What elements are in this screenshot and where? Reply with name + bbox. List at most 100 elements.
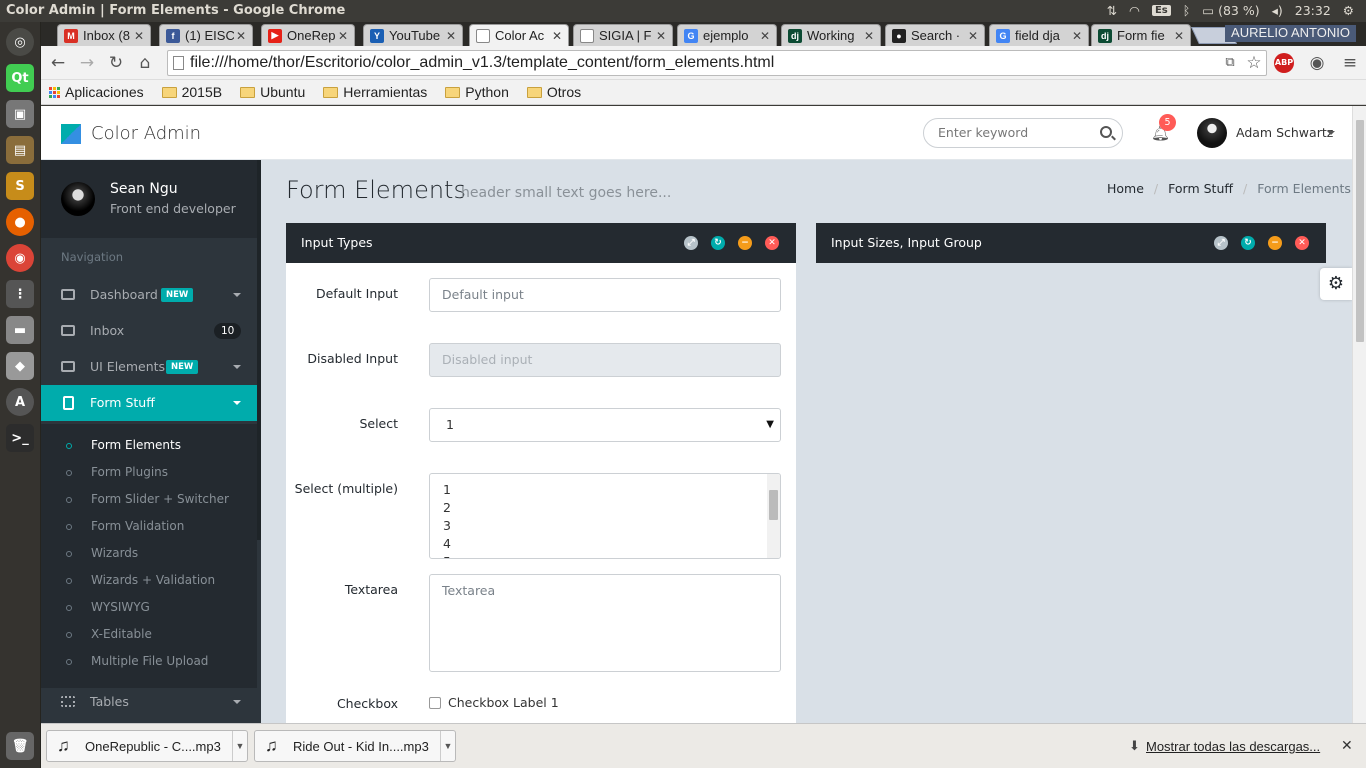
sidebar-item-form-stuff[interactable]: Form Stuff (41, 385, 257, 421)
option[interactable]: 5 (443, 554, 780, 558)
firefox-icon[interactable]: ● (6, 208, 34, 236)
submenu-form-slider-switcher[interactable]: Form Slider + Switcher (66, 492, 229, 506)
tab-color-admin[interactable]: Color Ac ✕ (469, 24, 569, 46)
close-icon[interactable]: ✕ (1070, 29, 1084, 43)
reload-icon[interactable]: ↻ (105, 52, 127, 74)
submenu-wizards[interactable]: Wizards (65, 546, 138, 560)
power-icon[interactable]: ⚙ (1343, 3, 1354, 18)
user-menu-name[interactable]: Adam Schwartz (1236, 125, 1333, 140)
camera-icon[interactable]: ▣ (6, 100, 34, 128)
home-icon[interactable]: ⌂ (134, 52, 156, 74)
default-input[interactable]: Default input (429, 278, 781, 312)
download-item[interactable]: ♫ OneRepublic - C....mp3 ▼ (46, 730, 248, 762)
tab-youtube-mp3[interactable]: Y YouTube ✕ (363, 24, 463, 46)
sublime-text-icon[interactable]: S (6, 172, 34, 200)
close-icon[interactable]: ✕ (862, 29, 876, 43)
terminal-icon[interactable]: >_ (6, 424, 34, 452)
adblock-icon[interactable]: ABP (1274, 53, 1294, 73)
reload-icon[interactable]: ↻ (1241, 236, 1255, 250)
settings-icon[interactable]: ⋮ (6, 280, 34, 308)
submenu-form-validation[interactable]: Form Validation (65, 519, 184, 533)
scroll-thumb[interactable] (769, 490, 778, 520)
tab-gmail[interactable]: M Inbox (8 ✕ (57, 24, 151, 46)
sidebar-item-ui-elements[interactable]: UI Elements NEW (41, 349, 257, 385)
tab-github-search[interactable]: ● Search · ✕ (885, 24, 985, 46)
submenu-form-plugins[interactable]: Form Plugins (65, 465, 168, 479)
caret-down-icon[interactable] (1327, 131, 1335, 135)
close-icon[interactable]: ✕ (550, 29, 564, 43)
minimize-icon[interactable]: − (1268, 236, 1282, 250)
breadcrumb-home[interactable]: Home (1107, 181, 1144, 196)
bookmark-folder-herramientas[interactable]: Herramientas (323, 84, 427, 100)
translate-icon[interactable]: ⧉ (1219, 52, 1241, 74)
close-icon[interactable]: ✕ (758, 29, 772, 43)
bookmark-folder-python[interactable]: Python (445, 84, 509, 100)
bluetooth-icon[interactable]: ᛒ (1183, 3, 1191, 18)
close-icon[interactable]: ✕ (654, 29, 668, 43)
page-scrollbar[interactable] (1352, 106, 1366, 723)
forward-icon[interactable]: → (76, 52, 98, 74)
option[interactable]: 3 (443, 518, 780, 536)
tab-google-ejemplo[interactable]: Gejemplo ✕ (677, 24, 777, 46)
expand-icon[interactable]: ⤢ (684, 236, 698, 250)
option[interactable]: 2 (443, 500, 780, 518)
submenu-wizards-validation[interactable]: Wizards + Validation (65, 573, 215, 587)
scroll-thumb[interactable] (1356, 120, 1364, 342)
reload-icon[interactable]: ↻ (711, 236, 725, 250)
drive-icon[interactable]: ▬ (6, 316, 34, 344)
avatar[interactable] (61, 182, 95, 216)
close-icon[interactable]: ✕ (1341, 737, 1353, 754)
brand-name[interactable]: Color Admin (91, 123, 201, 144)
volume-icon[interactable]: ◂) (1272, 3, 1283, 18)
close-icon[interactable]: ✕ (1172, 29, 1186, 43)
expand-icon[interactable]: ⤢ (1214, 236, 1228, 250)
submenu-multiple-file-upload[interactable]: Multiple File Upload (65, 654, 208, 668)
bookmark-apps[interactable]: Aplicaciones (49, 84, 144, 100)
download-item[interactable]: ♫ Ride Out - Kid In....mp3 ▼ (254, 730, 456, 762)
address-bar[interactable]: file:///home/thor/Escritorio/color_admin… (167, 50, 1267, 76)
bookmark-folder-2015b[interactable]: 2015B (161, 84, 222, 100)
sidebar-item-dashboard[interactable]: Dashboard NEW (41, 277, 257, 313)
close-icon[interactable]: ✕ (444, 29, 458, 43)
close-icon[interactable]: ✕ (1295, 236, 1309, 250)
bookmark-star-icon[interactable]: ☆ (1243, 52, 1265, 74)
show-all-downloads-link[interactable]: Mostrar todas las descargas... (1146, 739, 1320, 754)
option[interactable]: 1 (443, 482, 780, 500)
update-icon[interactable]: A (6, 388, 34, 416)
back-icon[interactable]: ← (47, 52, 69, 74)
sidebar-item-inbox[interactable]: Inbox 10 (41, 313, 257, 349)
select-multiple[interactable]: 1 2 3 4 5 (429, 473, 781, 559)
close-icon[interactable]: ✕ (966, 29, 980, 43)
user-avatar[interactable] (1197, 118, 1227, 148)
minimize-icon[interactable]: − (738, 236, 752, 250)
trash-icon[interactable]: 🗑 (6, 732, 34, 760)
profile-button[interactable]: AURELIO ANTONIO (1225, 25, 1356, 42)
tab-youtube-onerepublic[interactable]: ▶ OneRep ✕ (261, 24, 355, 46)
close-icon[interactable]: ✕ (336, 29, 350, 43)
checkbox-option-label[interactable]: Checkbox Label 1 (448, 695, 559, 710)
submenu-wysiwyg[interactable]: WYSIWYG (66, 600, 150, 614)
bookmark-folder-ubuntu[interactable]: Ubuntu (240, 84, 305, 100)
option[interactable]: 4 (443, 536, 780, 554)
software-icon[interactable]: ◆ (6, 352, 34, 380)
qt-creator-icon[interactable]: Qt (6, 64, 34, 92)
chevron-down-icon[interactable]: ▼ (440, 731, 455, 761)
clock[interactable]: 23:32 (1295, 3, 1331, 18)
extension-icon[interactable]: ◉ (1306, 52, 1328, 74)
sidebar-scrollbar[interactable] (257, 160, 261, 540)
tab-google-field[interactable]: Gfield dja ✕ (989, 24, 1089, 46)
tab-facebook[interactable]: f (1) EISC ✕ (159, 24, 253, 46)
chrome-icon[interactable]: ◉ (6, 244, 34, 272)
chevron-down-icon[interactable]: ▼ (232, 731, 247, 761)
battery-indicator[interactable]: ▭ (83 %) (1202, 3, 1259, 18)
checkbox[interactable] (429, 697, 441, 709)
search-input[interactable]: Enter keyword (923, 118, 1123, 148)
dash-icon[interactable]: ◎ (6, 28, 34, 56)
submenu-form-elements[interactable]: Form Elements (66, 438, 181, 452)
select-scrollbar[interactable] (767, 474, 780, 558)
submenu-x-editable[interactable]: X-Editable (66, 627, 152, 641)
breadcrumb-form-stuff[interactable]: Form Stuff (1168, 181, 1233, 196)
sidebar-item-tables[interactable]: Tables (41, 684, 257, 720)
files-icon[interactable]: ▤ (6, 136, 34, 164)
close-icon[interactable]: ✕ (765, 236, 779, 250)
